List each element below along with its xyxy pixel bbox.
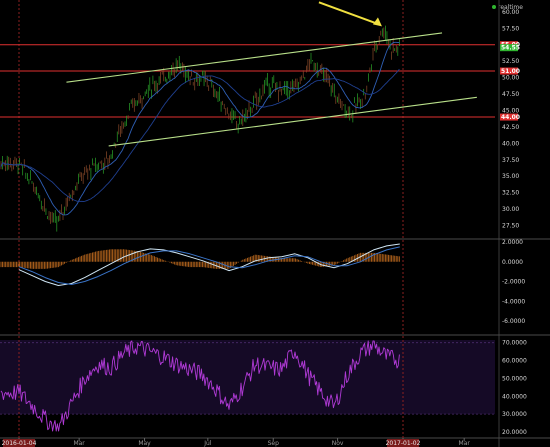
annotation-arrow-shaft: [318, 1, 380, 26]
price-level-label: 44.00: [501, 114, 520, 121]
x-tick-label: Nov: [332, 440, 344, 447]
price-tick-label: 37.50: [502, 157, 519, 164]
rsi-tick-label: 60.0000: [502, 358, 527, 365]
x-tick-label: Mar: [459, 440, 471, 447]
price-tick-label: 60.00: [502, 9, 519, 16]
price-tick-label: 42.50: [502, 124, 519, 131]
price-tick-label: 52.50: [502, 58, 519, 65]
price-tick-label: 32.50: [502, 190, 519, 197]
brand-dot-icon: [492, 5, 496, 9]
price-tick-label: 30.00: [502, 206, 519, 213]
price-tick-label: 47.50: [502, 91, 519, 98]
moving-average-line: [0, 41, 400, 216]
price-level-label: 51.00: [501, 68, 520, 75]
candles-layer: [0, 25, 400, 232]
x-tick-label: Jul: [203, 440, 212, 447]
chart-window: realtime 60.00 57.50 52.50 50.00 47.50 45.00 4…: [0, 0, 550, 447]
price-tick-label: 40.00: [502, 140, 519, 147]
price-tick-label: 35.00: [502, 173, 519, 180]
price-tick-label: 27.50: [502, 223, 519, 230]
macd-tick-label: 0.0000: [502, 259, 523, 266]
x-tick-label: 2016-01-04: [2, 440, 37, 447]
rsi-tick-label: 20.0000: [502, 429, 527, 436]
rsi-tick-label: 70.0000: [502, 340, 527, 347]
macd-tick-label: 2.0000: [502, 239, 523, 246]
rsi-tick-label: 50.0000: [502, 375, 527, 382]
rsi-tick-label: 40.0000: [502, 393, 527, 400]
rsi-tick-label: 30.0000: [502, 411, 527, 418]
x-tick-label: Mar: [73, 440, 85, 447]
price-tick-label: 50.00: [502, 75, 519, 82]
macd-tick-label: -4.0000: [502, 298, 525, 305]
price-level-label: 54.55: [501, 45, 520, 52]
macd-tick-label: -6.0000: [502, 318, 525, 325]
chart-canvas: realtime 60.0057.5052.5050.0047.5045.004…: [0, 0, 550, 447]
macd-series-line: [18, 246, 400, 285]
x-tick-label: May: [138, 440, 151, 447]
macd-series-line: [18, 243, 400, 286]
moving-average-line: [0, 68, 400, 202]
price-tick-label: 57.50: [502, 25, 519, 32]
trendline: [66, 32, 443, 83]
x-tick-label: Sep: [268, 440, 280, 447]
rsi-band-fill: [0, 340, 495, 415]
x-tick-label: 2017-01-02: [386, 440, 421, 447]
macd-tick-label: -2.0000: [502, 279, 525, 286]
